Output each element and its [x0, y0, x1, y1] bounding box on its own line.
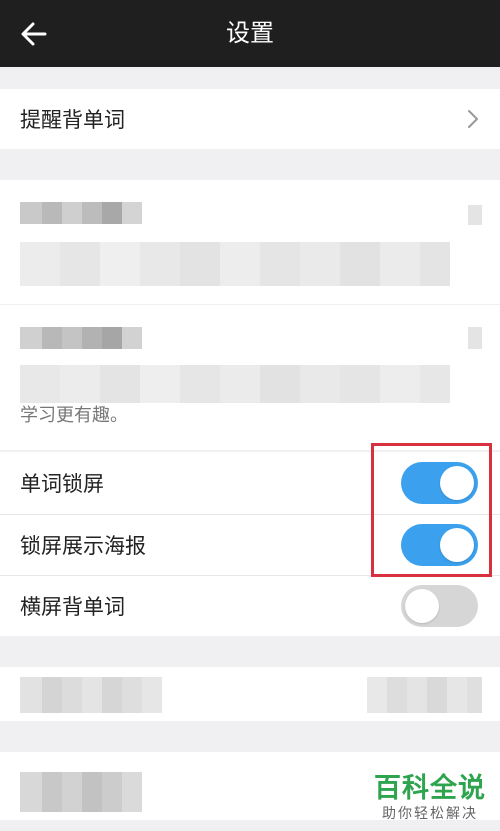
blurred-row-label-2 [20, 772, 142, 812]
blurred-control [468, 205, 482, 225]
chevron-right-icon [468, 110, 478, 128]
watermark-logo: 百科全说 助你轻松解决 [374, 773, 486, 823]
lock-poster-label: 锁屏展示海报 [20, 534, 146, 558]
blurred-row-value [367, 677, 482, 713]
remind-row[interactable]: 提醒背单词 [0, 89, 500, 149]
blurred-description [20, 242, 450, 286]
toggle-knob [405, 589, 439, 623]
remind-label: 提醒背单词 [20, 108, 125, 132]
landscape-row: 横屏背单词 [0, 576, 500, 636]
top-bar: 设置 [0, 0, 500, 67]
page-title: 设置 [226, 19, 274, 47]
lock-words-label: 单词锁屏 [20, 472, 104, 496]
watermark-subtitle: 助你轻松解决 [382, 806, 478, 822]
blurred-bottom-section [0, 667, 500, 721]
remind-section: 提醒背单词 [0, 89, 500, 149]
blurred-description-2 [20, 365, 450, 403]
watermark-title: 百科全说 [374, 773, 486, 804]
highlight-annotation [371, 443, 492, 577]
landscape-toggle[interactable] [401, 585, 478, 627]
landscape-label: 横屏背单词 [20, 595, 125, 619]
blurred-title-2 [20, 327, 142, 349]
blurred-row-label [20, 677, 162, 713]
blurred-title [20, 202, 142, 224]
blurred-setting-section-2 [0, 305, 500, 450]
blurred-setting-section [0, 180, 500, 304]
blurred-control-2 [468, 327, 482, 349]
description-fragment: 学习更有趣。 [20, 405, 128, 426]
